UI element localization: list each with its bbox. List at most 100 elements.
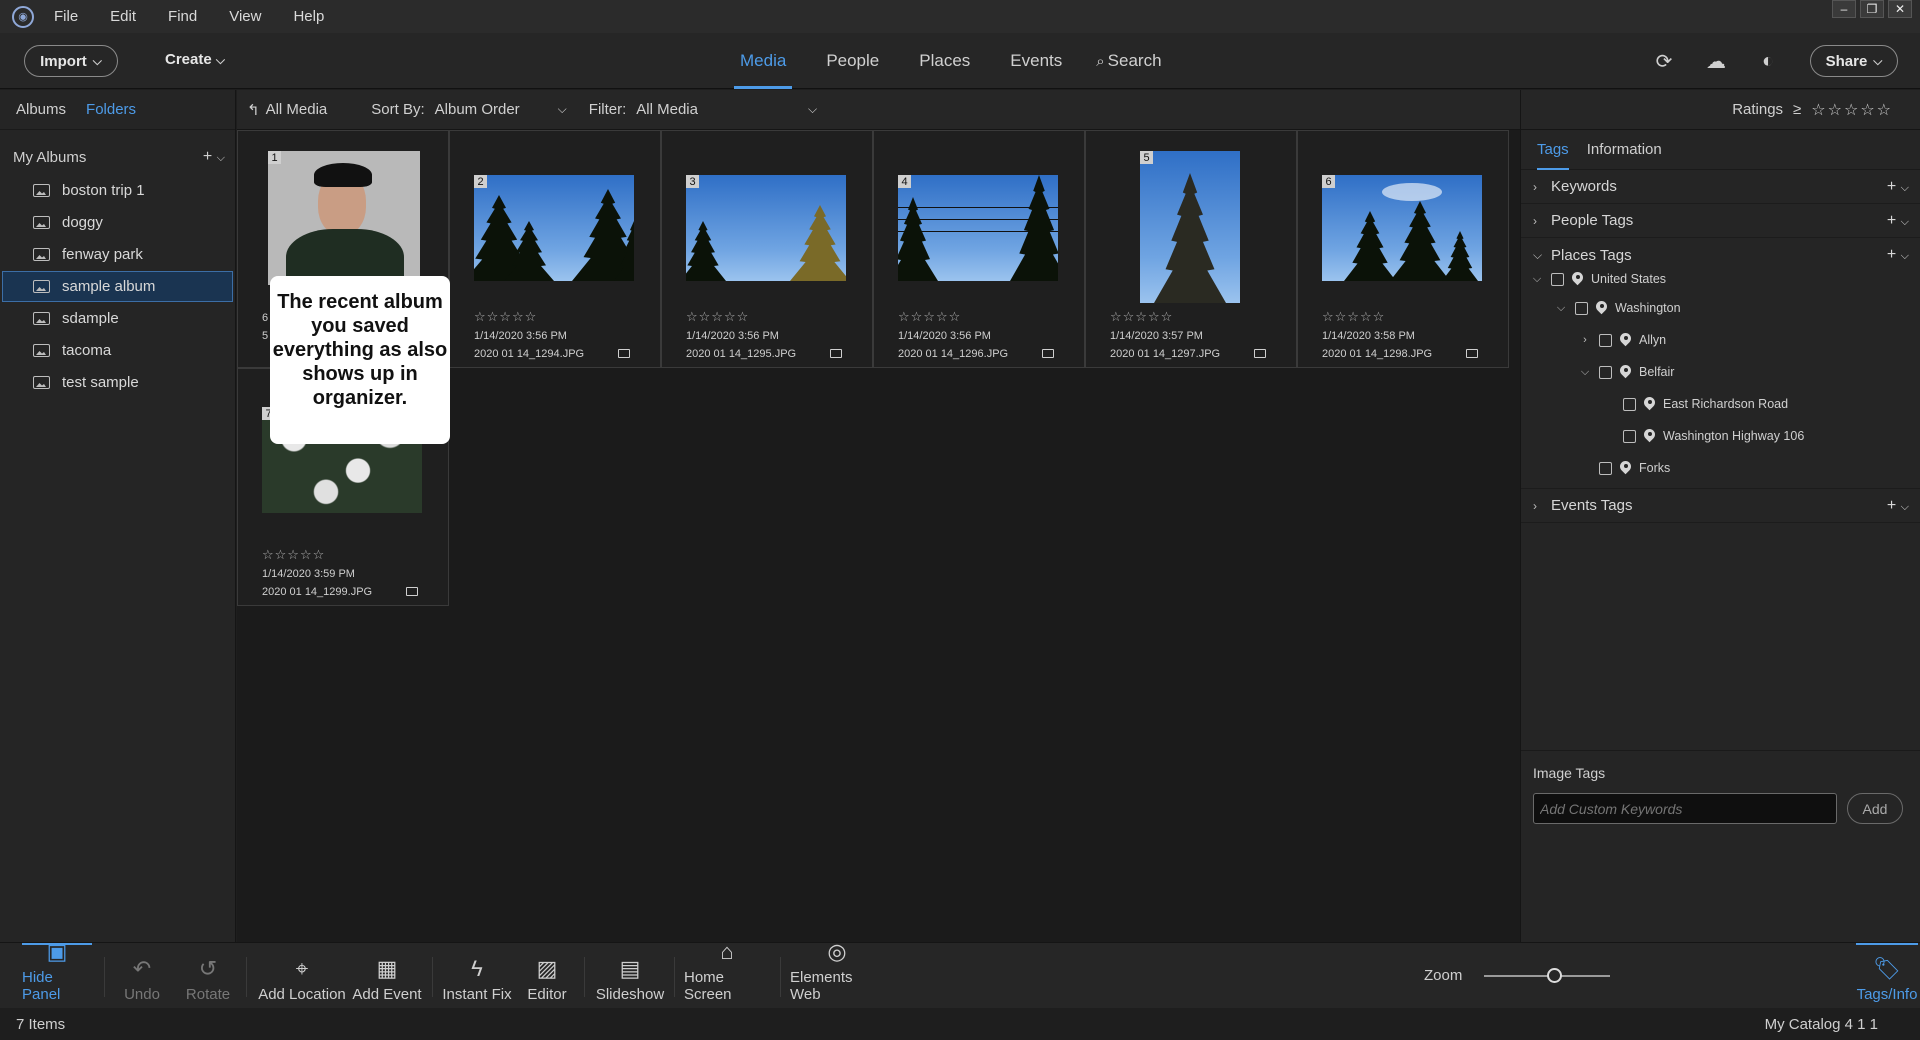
tree-item-east-richardson-road[interactable]: East Richardson Road	[1521, 388, 1920, 420]
checkbox[interactable]	[1599, 461, 1612, 475]
album-icon	[33, 344, 50, 357]
media-tile[interactable]: 3 ☆☆☆☆☆ 1/14/2020 3:56 PM 2020 01 14_129…	[661, 130, 873, 368]
chevron-down-icon[interactable]: ⌵	[808, 102, 817, 117]
tree-item-allyn[interactable]: › Allyn	[1521, 324, 1920, 356]
zoom-slider[interactable]	[1484, 967, 1611, 983]
create-button[interactable]: Create ⌵	[165, 51, 225, 68]
album-item[interactable]: test sample	[2, 367, 233, 398]
tile-filename: 2020 01 14_1294.JPG	[474, 348, 585, 360]
sort-by-select[interactable]: Album Order	[435, 101, 520, 118]
location-pin-icon	[1572, 272, 1583, 286]
checkbox[interactable]	[1623, 397, 1636, 411]
hide-panel-label: Hide Panel	[22, 969, 61, 1003]
events-tags-section[interactable]: › Events Tags + ⌵	[1521, 489, 1920, 523]
cloud-settings-icon[interactable]: ☁	[1703, 48, 1729, 74]
slideshow-button[interactable]: ▤ Slideshow	[596, 943, 664, 1009]
add-keyword-icon[interactable]: + ⌵	[1887, 178, 1909, 196]
instant-fix-button[interactable]: ϟ Instant Fix	[442, 943, 512, 1009]
menu-view[interactable]: View	[229, 8, 261, 25]
checkbox[interactable]	[1551, 272, 1564, 286]
catalog-name[interactable]: My Catalog 4 1 1	[1765, 1016, 1878, 1033]
tab-places[interactable]: Places	[899, 33, 990, 89]
album-item[interactable]: doggy	[2, 207, 233, 238]
rating-stars[interactable]: ☆☆☆☆☆	[686, 309, 749, 325]
rating-stars[interactable]: ☆☆☆☆☆	[262, 547, 325, 563]
tile-number: 1	[268, 151, 281, 164]
filter-select[interactable]: All Media	[636, 101, 698, 118]
tab-events[interactable]: Events	[990, 33, 1082, 89]
chevron-right-icon[interactable]: ›	[1579, 334, 1591, 346]
album-item-selected[interactable]: sample album	[2, 271, 233, 302]
back-arrow-icon[interactable]: ↰	[247, 101, 260, 119]
editor-button[interactable]: ▨ Editor	[522, 943, 572, 1009]
checkbox[interactable]	[1623, 429, 1636, 443]
tree-item-washington-highway-106[interactable]: Washington Highway 106	[1521, 420, 1920, 452]
checkbox[interactable]	[1599, 365, 1612, 379]
right-panel: Ratings ≥ ☆☆☆☆☆ Tags Information › Keywo…	[1520, 90, 1920, 942]
all-media-link[interactable]: All Media	[266, 101, 328, 118]
album-item[interactable]: fenway park	[2, 239, 233, 270]
custom-keywords-input[interactable]	[1533, 793, 1837, 824]
add-album-icon[interactable]: + ⌵	[203, 148, 225, 166]
close-button[interactable]: ✕	[1888, 0, 1912, 18]
chevron-down-icon[interactable]: ⌵	[1555, 302, 1567, 315]
tile-filename: 2020 01 14_1298.JPG	[1322, 348, 1433, 360]
rating-stars[interactable]: ☆☆☆☆☆	[1322, 309, 1385, 325]
album-item[interactable]: tacoma	[2, 335, 233, 366]
add-location-button[interactable]: ⌖ Add Location	[258, 943, 346, 1009]
tree-label: Forks	[1639, 461, 1671, 475]
tab-albums[interactable]: Albums	[16, 101, 66, 118]
tree-item-washington[interactable]: ⌵ Washington	[1521, 292, 1920, 324]
rating-stars[interactable]: ☆☆☆☆☆	[474, 309, 537, 325]
menu-find[interactable]: Find	[168, 8, 197, 25]
restore-button[interactable]: ❐	[1860, 0, 1884, 18]
checkbox[interactable]	[1599, 333, 1612, 347]
tab-information[interactable]: Information	[1587, 130, 1662, 170]
tree-item-united-states[interactable]: ⌵ United States	[1521, 266, 1920, 292]
media-tile[interactable]: 6 ☆☆☆☆☆ 1/14/2020 3:58 PM 2020 01 14_129…	[1297, 130, 1509, 368]
tab-folders[interactable]: Folders	[86, 101, 136, 118]
minimize-button[interactable]: –	[1832, 0, 1856, 18]
keywords-section[interactable]: › Keywords + ⌵	[1521, 170, 1920, 204]
ratings-operator[interactable]: ≥	[1793, 101, 1801, 118]
add-people-tag-icon[interactable]: + ⌵	[1887, 212, 1909, 230]
theme-toggle-icon[interactable]: ◐	[1755, 48, 1781, 74]
elements-web-button[interactable]: ◎ Elements Web	[790, 939, 884, 1009]
chevron-down-icon[interactable]: ⌵	[1579, 366, 1591, 379]
tab-search[interactable]: ⌕ Search	[1082, 33, 1181, 89]
import-button[interactable]: Import ⌵	[24, 45, 118, 77]
rotate-button[interactable]: ↺ Rotate	[182, 943, 234, 1009]
home-screen-button[interactable]: ⌂ Home Screen	[684, 939, 770, 1009]
menu-edit[interactable]: Edit	[110, 8, 136, 25]
media-tile[interactable]: 4 ☆☆☆☆☆ 1/14/2020 3:56 PM 2020 01 14_129…	[873, 130, 1085, 368]
zoom-slider-handle[interactable]	[1546, 967, 1562, 983]
media-tile[interactable]: 5 ☆☆☆☆☆ 1/14/2020 3:57 PM 2020 01 14_129…	[1085, 130, 1297, 368]
media-tile[interactable]: 2 ☆☆☆☆☆ 1/14/2020 3:56 PM 2020 01 14_129…	[449, 130, 661, 368]
chevron-down-icon[interactable]: ⌵	[1531, 273, 1543, 286]
menu-help[interactable]: Help	[293, 8, 324, 25]
add-keyword-button[interactable]: Add	[1847, 793, 1903, 824]
album-item[interactable]: boston trip 1	[2, 175, 233, 206]
filter-label: Filter:	[588, 101, 627, 118]
chevron-down-icon[interactable]: ⌵	[558, 102, 567, 117]
tags-info-button[interactable]: 🏷 Tags/Info	[1856, 943, 1918, 1009]
rating-stars[interactable]: ☆☆☆☆☆	[898, 309, 961, 325]
add-place-tag-icon[interactable]: + ⌵	[1887, 246, 1909, 264]
tab-tags[interactable]: Tags	[1537, 130, 1569, 170]
menu-file[interactable]: File	[54, 8, 78, 25]
album-item[interactable]: sdample	[2, 303, 233, 334]
tree-item-forks[interactable]: Forks	[1521, 452, 1920, 484]
hide-panel-button[interactable]: ▣ Hide Panel	[22, 939, 92, 1009]
tab-people[interactable]: People	[806, 33, 899, 89]
add-event-button[interactable]: ▦ Add Event	[350, 943, 424, 1009]
tree-item-belfair[interactable]: ⌵ Belfair	[1521, 356, 1920, 388]
ratings-stars[interactable]: ☆☆☆☆☆	[1811, 100, 1893, 120]
add-event-tag-icon[interactable]: + ⌵	[1887, 497, 1909, 515]
people-tags-section[interactable]: › People Tags + ⌵	[1521, 204, 1920, 238]
undo-button[interactable]: ↶ Undo	[118, 943, 166, 1009]
sync-icon[interactable]: ⟳	[1651, 48, 1677, 74]
rating-stars[interactable]: ☆☆☆☆☆	[1110, 309, 1173, 325]
share-button[interactable]: Share ⌵	[1810, 45, 1898, 77]
tab-media[interactable]: Media	[720, 33, 806, 89]
checkbox[interactable]	[1575, 301, 1588, 315]
